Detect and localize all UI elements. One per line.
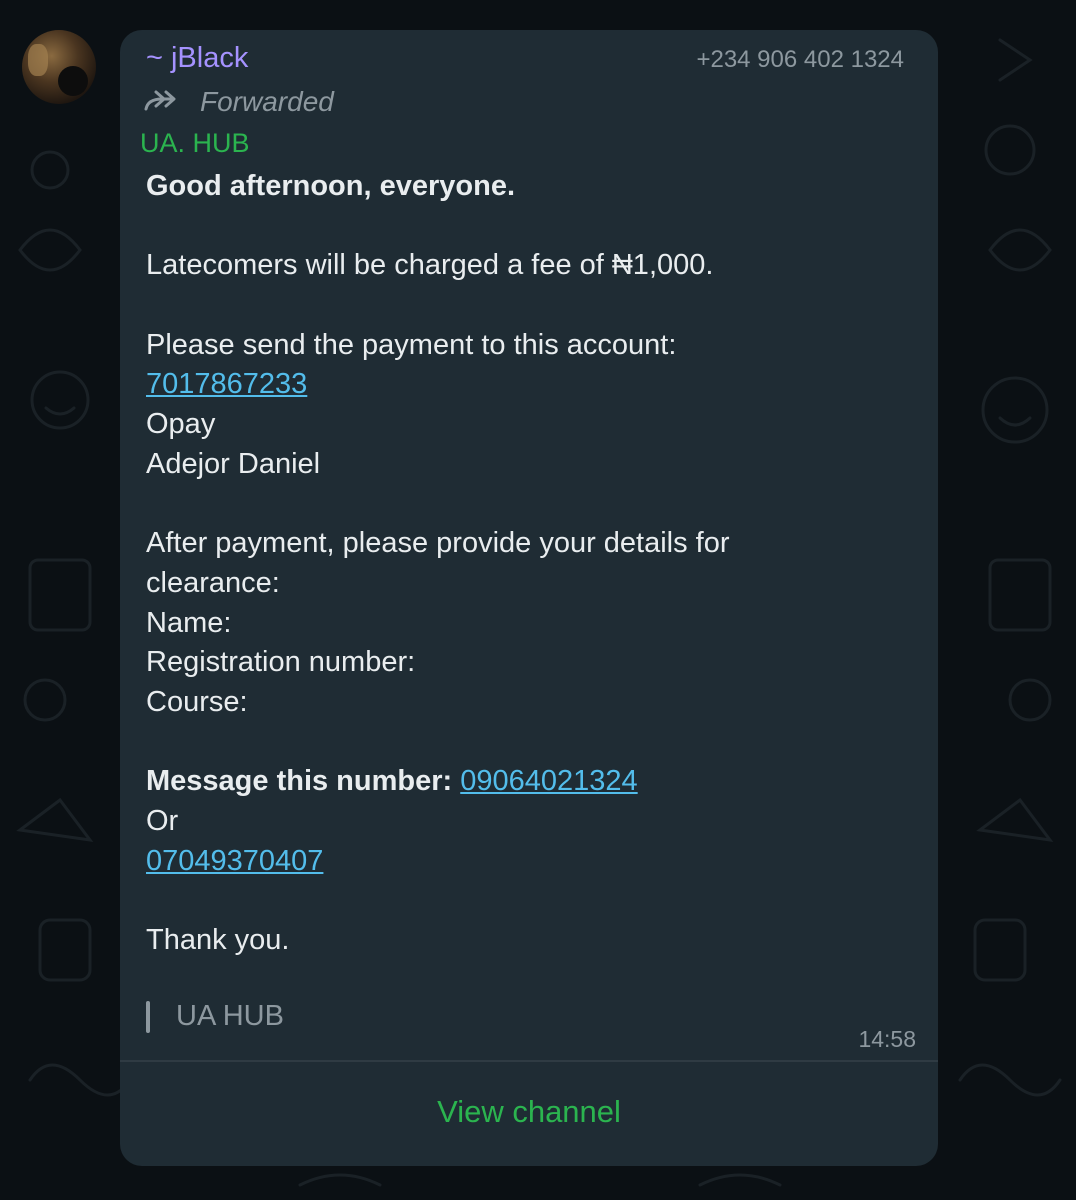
quote-source[interactable]: UA HUB xyxy=(146,1000,284,1033)
divider xyxy=(120,1060,938,1062)
bank-text: Opay xyxy=(146,408,216,441)
message-time: 14:58 xyxy=(858,1026,916,1052)
contact-number-link-2[interactable]: 07049370407 xyxy=(146,845,323,877)
message-bubble[interactable]: ~ jBlack +234 906 402 1324 Forwarded UA.… xyxy=(120,30,938,1166)
details-text-line1: After payment, please provide your detai… xyxy=(146,527,730,560)
field-course-text: Course: xyxy=(146,685,248,718)
forwarded-label: Forwarded xyxy=(200,86,334,117)
avatar[interactable] xyxy=(22,30,96,104)
field-reg-text: Registration number: xyxy=(146,646,416,679)
sender-phone: +234 906 402 1324 xyxy=(696,46,904,73)
quote-bar xyxy=(146,1000,150,1033)
contact-label: Message this number: xyxy=(146,765,461,798)
forward-arrow-icon xyxy=(144,90,176,111)
account-number-link[interactable]: 7017867233 xyxy=(146,368,307,400)
message-body: Good afternoon, everyone. Latecomers wil… xyxy=(146,167,916,961)
payment-intro-text: Please send the payment to this account: xyxy=(146,328,677,361)
forwarded-indicator: Forwarded xyxy=(144,86,334,118)
view-channel-button[interactable]: View channel xyxy=(120,1094,938,1130)
contact-number-link-1[interactable]: 09064021324 xyxy=(460,765,637,797)
channel-name[interactable]: UA. HUB xyxy=(140,128,250,159)
greeting-text: Good afternoon, everyone. xyxy=(146,170,515,202)
sender-name[interactable]: ~ jBlack xyxy=(146,42,248,75)
account-name-text: Adejor Daniel xyxy=(146,447,321,480)
quote-source-label: UA HUB xyxy=(176,1000,284,1032)
late-fee-text: Latecomers will be charged a fee of ₦1,0… xyxy=(146,249,714,282)
field-name-text: Name: xyxy=(146,606,232,639)
or-text: Or xyxy=(146,805,179,837)
details-text-line2: clearance: xyxy=(146,566,280,599)
thanks-text: Thank you. xyxy=(146,924,290,957)
